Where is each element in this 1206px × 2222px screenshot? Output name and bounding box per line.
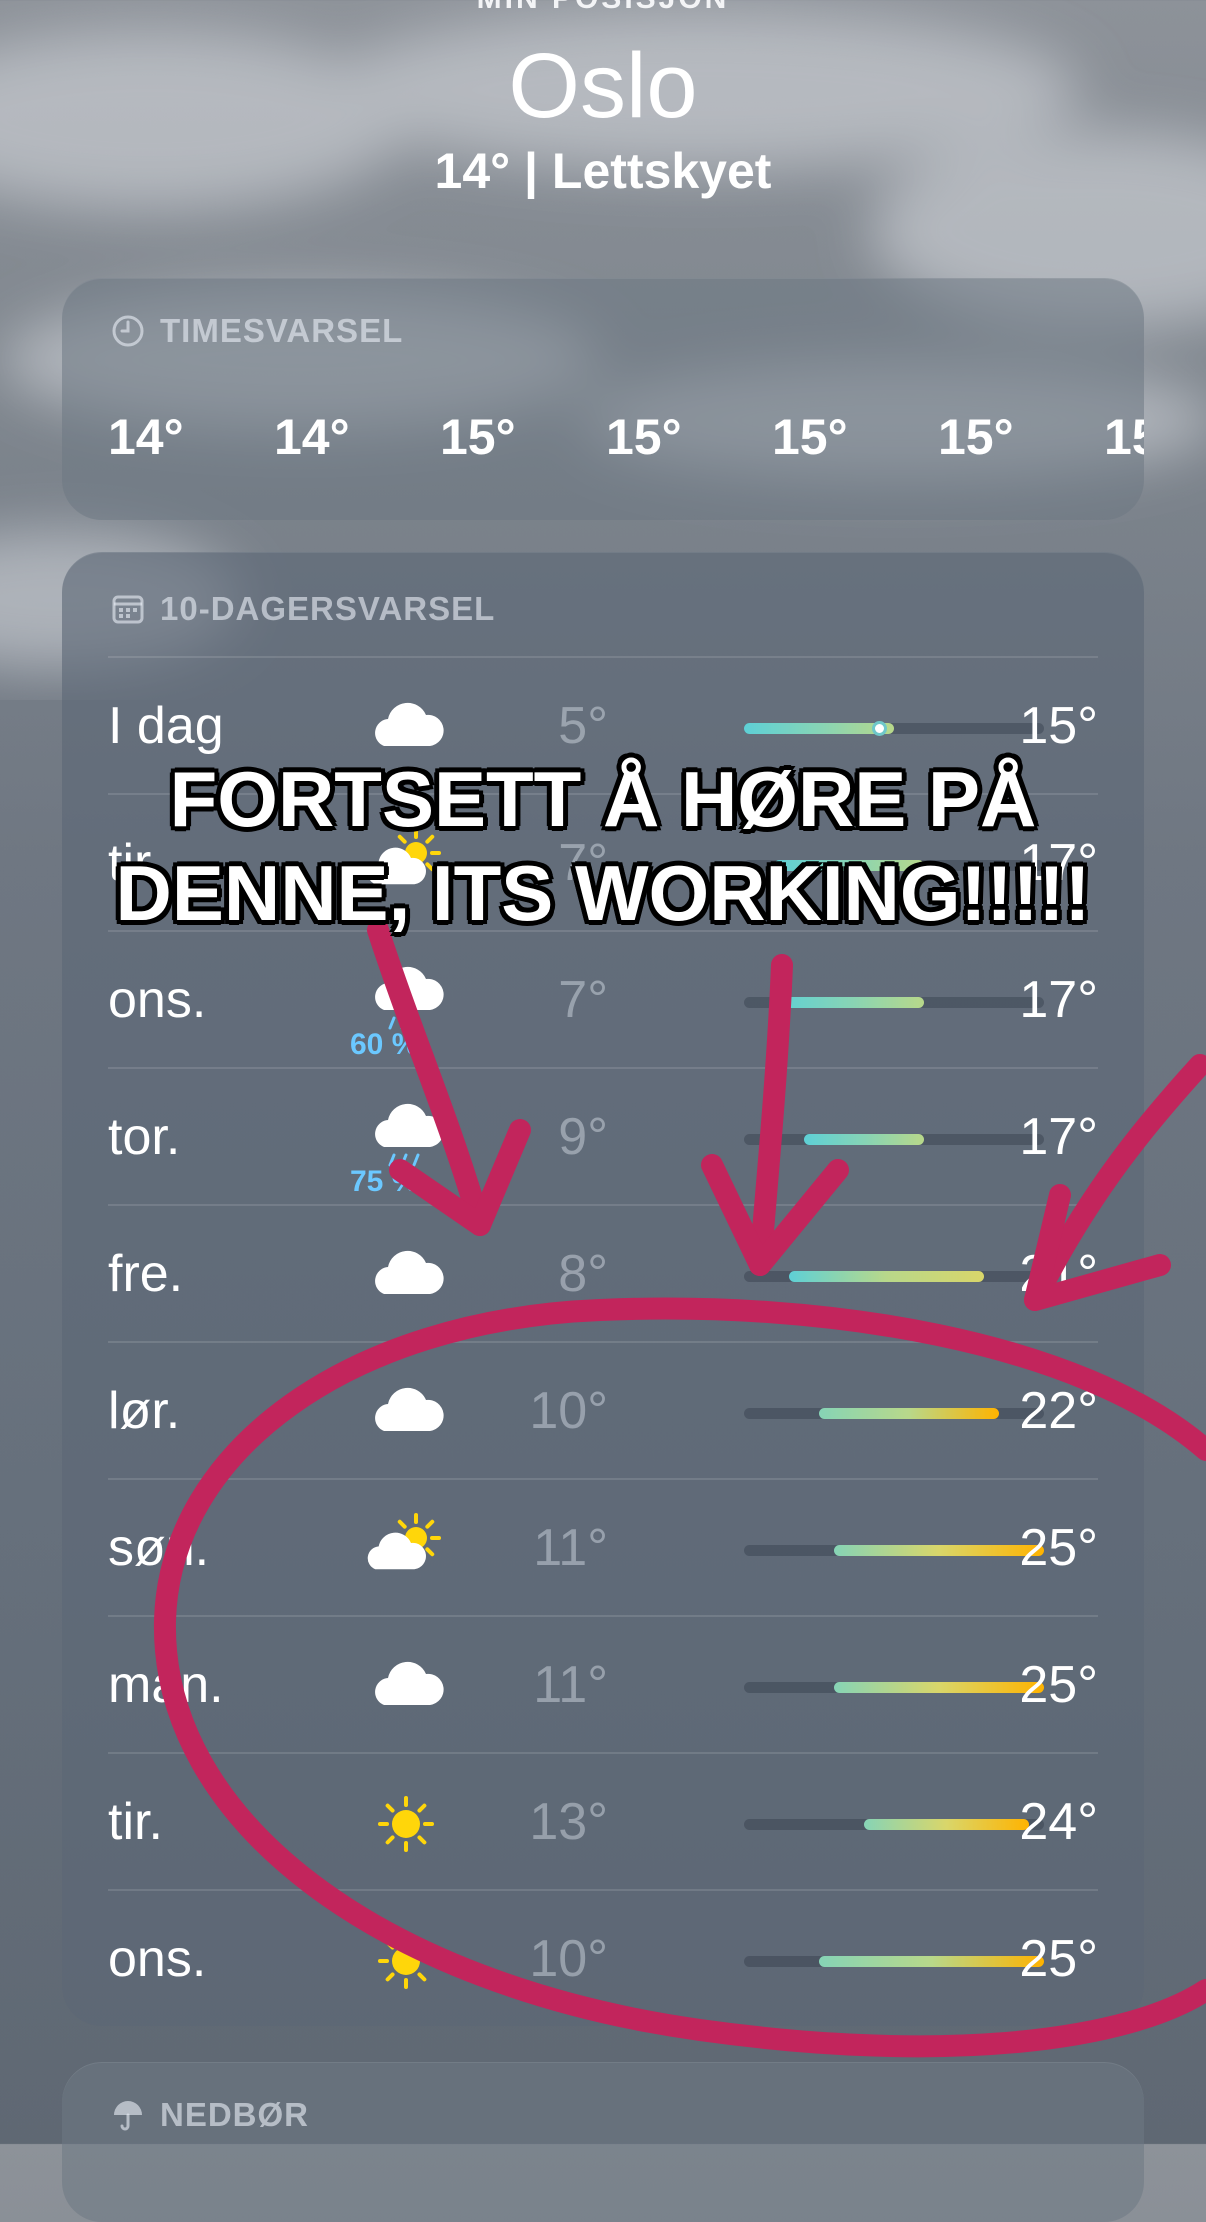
day-name: ons.	[108, 971, 207, 1029]
forecast-day-row[interactable]: ons. 60 % 7° 17°	[108, 930, 1098, 1069]
low-temp: 10°	[529, 1930, 608, 1988]
low-temp: 10°	[529, 1382, 608, 1440]
hourly-temp-0: 14°	[108, 409, 184, 465]
low-temp: 5°	[558, 697, 608, 755]
hourly-temp-5: 15°	[938, 409, 1014, 465]
high-temp: 25°	[1019, 1519, 1098, 1577]
temperature-range-bar	[744, 1134, 1044, 1145]
temperature-range-bar	[744, 1819, 1044, 1830]
temperature-range-fill	[864, 1819, 1029, 1830]
temperature-range-bar	[744, 1682, 1044, 1693]
temperature-range-bar	[744, 1408, 1044, 1419]
day-name: søn.	[108, 1519, 210, 1577]
high-temp: 15°	[1019, 697, 1098, 755]
hourly-temp-4: 15°	[772, 409, 848, 465]
daily-card-header: 10-DAGERSVARSEL	[110, 586, 495, 632]
daily-card-title: 10-DAGERSVARSEL	[160, 590, 496, 627]
temperature-range-bar	[744, 1545, 1044, 1556]
temperature-range-fill	[774, 997, 924, 1008]
precipitation-card-header: NEDBØR	[110, 2092, 309, 2138]
temperature-range-bar	[744, 1956, 1044, 1967]
precipitation-card[interactable]: NEDBØR	[62, 2062, 1144, 2222]
hourly-temp-6: 15	[1104, 409, 1144, 465]
current-summary: 14° | Lettskyet	[434, 143, 772, 199]
current-temp-marker	[872, 721, 887, 736]
hourly-card-header: TIMESVARSEL	[110, 308, 403, 354]
caption-line-1: FORTSETT Å HØRE PÅ	[169, 755, 1037, 843]
temperature-range-fill	[819, 1956, 1044, 1967]
partly-cloudy-icon	[367, 1513, 441, 1570]
high-temp: 25°	[1019, 1930, 1098, 1988]
hourly-temp-1: 14°	[274, 409, 350, 465]
day-name: tor.	[108, 1108, 181, 1166]
temperature-range-fill	[834, 1545, 1044, 1556]
high-temp: 22°	[1019, 1382, 1098, 1440]
low-temp: 11°	[533, 1519, 608, 1577]
low-temp: 9°	[558, 1108, 608, 1166]
forecast-day-row[interactable]: tor. 75 % 9° 17°	[108, 1067, 1098, 1206]
low-temp: 8°	[558, 1245, 608, 1303]
cloud-icon	[375, 1250, 444, 1294]
hourly-temp-3: 15°	[606, 409, 682, 465]
city-name: Oslo	[508, 35, 698, 137]
forecast-day-row[interactable]: ons. 10° 25°	[108, 1889, 1098, 2028]
day-name: tir.	[108, 1793, 163, 1851]
cloud-icon	[375, 1387, 444, 1431]
umbrella-icon	[114, 2101, 142, 2131]
forecast-day-row[interactable]: tir. 13° 24°	[108, 1752, 1098, 1891]
temperature-range-fill	[804, 1134, 924, 1145]
low-temp: 13°	[529, 1793, 608, 1851]
hourly-forecast-card[interactable]: TIMESVARSEL 14° 14° 15° 15° 15° 15° 15	[62, 278, 1144, 520]
day-name: ons.	[108, 1930, 207, 1988]
temperature-range-fill	[834, 1682, 1044, 1693]
high-temp: 17°	[1019, 971, 1098, 1029]
temperature-range-bar	[744, 997, 1044, 1008]
low-temp: 11°	[533, 1656, 608, 1714]
hourly-card-title: TIMESVARSEL	[160, 312, 404, 349]
day-name: lør.	[108, 1382, 181, 1440]
high-temp: 21°	[1019, 1245, 1098, 1303]
caption-line-2: DENNE, ITS WORKING!!!!!	[115, 849, 1091, 937]
high-temp: 17°	[1019, 1108, 1098, 1166]
low-temp: 7°	[558, 971, 608, 1029]
day-name: fre.	[108, 1245, 184, 1303]
precipitation-card-title: NEDBØR	[160, 2096, 310, 2133]
temperature-range-bar	[744, 721, 1044, 736]
forecast-day-row[interactable]: man. 11° 25°	[108, 1615, 1098, 1754]
precipitation-chance: 60 %	[350, 1028, 419, 1061]
day-name: I dag	[108, 697, 224, 755]
caption-overlay: FORTSETT Å HØRE PÅ DENNE, ITS WORKING!!!…	[0, 752, 1206, 940]
temperature-range-fill	[789, 1271, 984, 1282]
temperature-range-fill	[819, 1408, 999, 1419]
clock-icon	[112, 315, 144, 347]
forecast-day-row[interactable]: fre. 8° 21°	[108, 1204, 1098, 1343]
temperature-range-bar	[744, 1271, 1044, 1282]
high-temp: 24°	[1019, 1793, 1098, 1851]
location-label: MIN POSISJON	[0, 0, 1206, 16]
sun-icon	[378, 1796, 434, 1852]
day-name: man.	[108, 1656, 224, 1714]
precipitation-chance: 75 %	[350, 1165, 419, 1198]
sun-icon	[378, 1933, 434, 1989]
high-temp: 25°	[1019, 1656, 1098, 1714]
forecast-day-row[interactable]: lør. 10° 22°	[108, 1341, 1098, 1480]
cloud-icon	[375, 1661, 444, 1705]
calendar-icon	[112, 595, 144, 624]
hourly-temperature-row[interactable]: 14° 14° 15° 15° 15° 15° 15	[108, 408, 1144, 466]
hourly-temp-2: 15°	[440, 409, 516, 465]
forecast-day-row[interactable]: søn. 11° 25°	[108, 1478, 1098, 1617]
